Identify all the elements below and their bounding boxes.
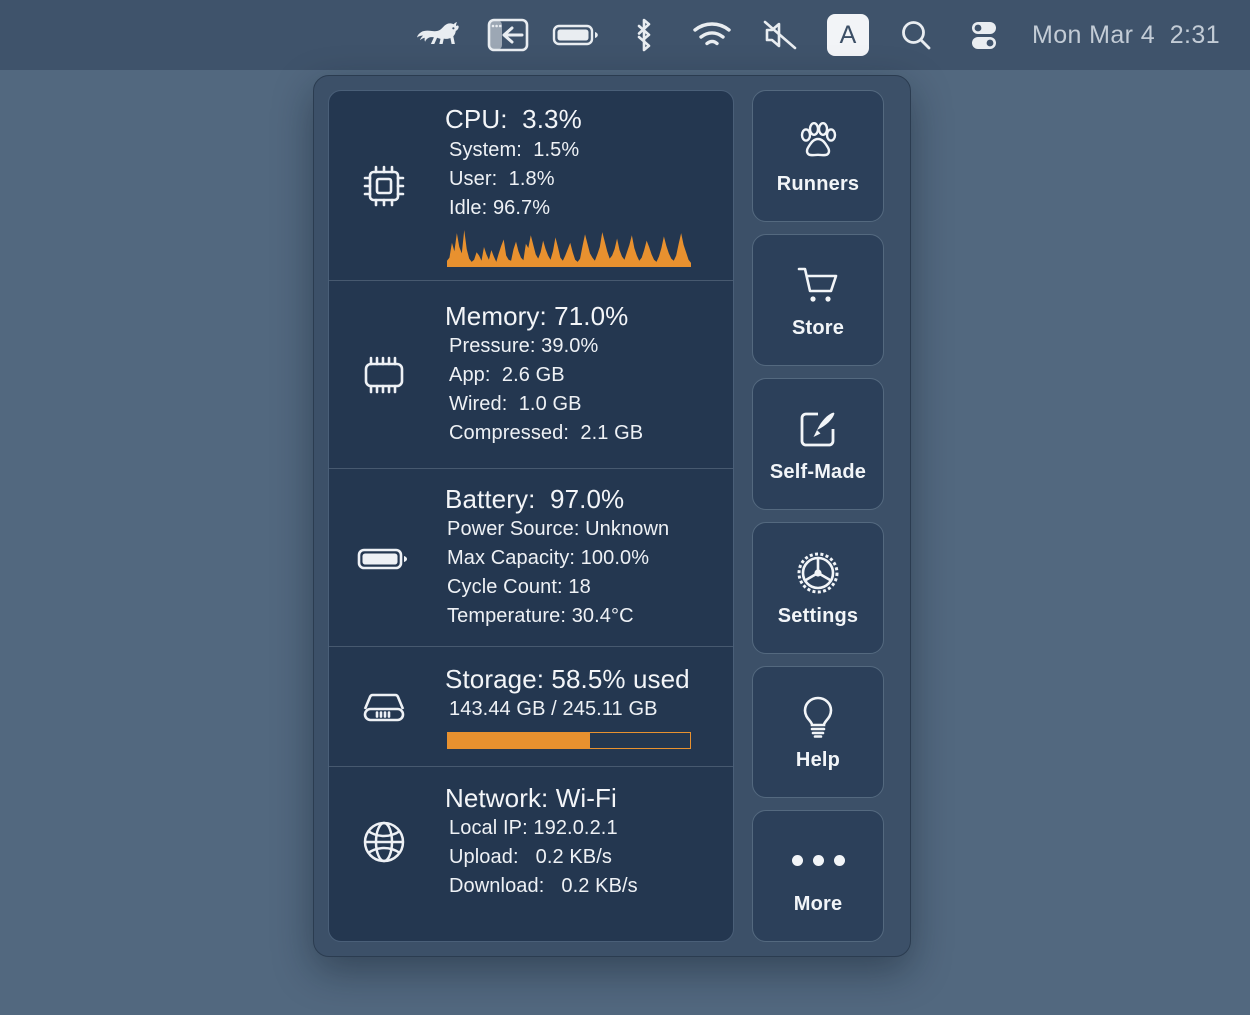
stat-row-storage[interactable]: Storage: 58.5% used 143.44 GB / 245.11 G… [329, 647, 733, 767]
battery-title: Battery: 97.0% [423, 484, 725, 516]
gear-icon [794, 549, 842, 597]
running-cat-icon[interactable] [406, 0, 474, 70]
sidebar: Runners Store Self-Made [752, 90, 884, 942]
stat-row-network[interactable]: Network: Wi-Fi Local IP: 192.0.2.1 Uploa… [329, 767, 733, 917]
sidebar-label-store: Store [792, 317, 844, 340]
memory-pressure-line: Pressure: 39.0% [423, 332, 725, 361]
battery-power-source-line: Power Source: Unknown [423, 515, 725, 544]
network-upload-line: Upload: 0.2 KB/s [423, 843, 725, 872]
sidebar-label-more: More [794, 893, 843, 916]
stat-row-cpu[interactable]: CPU: 3.3% System: 1.5% User: 1.8% Idle: … [329, 91, 733, 281]
stats-card: CPU: 3.3% System: 1.5% User: 1.8% Idle: … [328, 90, 734, 942]
globe-icon [345, 816, 423, 868]
network-local-ip-line: Local IP: 192.0.2.1 [423, 814, 725, 843]
ellipsis-icon [792, 837, 845, 885]
sidebar-label-self-made: Self-Made [770, 461, 866, 484]
cpu-idle-line: Idle: 96.7% [423, 194, 725, 223]
input-source-badge[interactable]: A [814, 0, 882, 70]
cpu-system-line: System: 1.5% [423, 136, 725, 165]
hard-drive-icon [345, 685, 423, 729]
cpu-chip-icon [345, 160, 423, 212]
battery-cycle-count-line: Cycle Count: 18 [423, 573, 725, 602]
window-shortcut-icon[interactable] [474, 0, 542, 70]
sidebar-button-runners[interactable]: Runners [752, 90, 884, 222]
network-download-line: Download: 0.2 KB/s [423, 872, 725, 901]
sidebar-button-self-made[interactable]: Self-Made [752, 378, 884, 510]
sidebar-label-settings: Settings [778, 605, 859, 628]
storage-title: Storage: 58.5% used [423, 664, 725, 696]
memory-compressed-line: Compressed: 2.1 GB [423, 419, 725, 448]
battery-max-capacity-line: Max Capacity: 100.0% [423, 544, 725, 573]
sidebar-label-runners: Runners [777, 173, 860, 196]
battery-icon[interactable] [542, 0, 610, 70]
memory-chip-icon [345, 352, 423, 398]
stat-row-battery[interactable]: Battery: 97.0% Power Source: Unknown Max… [329, 469, 733, 647]
sidebar-button-more[interactable]: More [752, 810, 884, 942]
memory-title: Memory: 71.0% [423, 301, 725, 333]
compose-pen-icon [795, 405, 841, 453]
control-center-icon[interactable] [950, 0, 1018, 70]
bluetooth-icon[interactable] [610, 0, 678, 70]
network-title: Network: Wi-Fi [423, 783, 725, 815]
system-monitor-window: CPU: 3.3% System: 1.5% User: 1.8% Idle: … [313, 75, 911, 957]
storage-detail: 143.44 GB / 245.11 GB [423, 695, 725, 724]
stat-row-memory[interactable]: Memory: 71.0% Pressure: 39.0% App: 2.6 G… [329, 281, 733, 469]
speaker-muted-icon[interactable] [746, 0, 814, 70]
battery-temperature-line: Temperature: 30.4°C [423, 602, 725, 631]
sidebar-button-settings[interactable]: Settings [752, 522, 884, 654]
cpu-user-line: User: 1.8% [423, 165, 725, 194]
search-icon[interactable] [882, 0, 950, 70]
wifi-icon[interactable] [678, 0, 746, 70]
input-source-label: A [827, 14, 869, 56]
cpu-history-sparkline [447, 229, 691, 267]
memory-app-line: App: 2.6 GB [423, 361, 725, 390]
cpu-title: CPU: 3.3% [423, 104, 725, 136]
sidebar-button-help[interactable]: Help [752, 666, 884, 798]
lightbulb-icon [797, 693, 839, 741]
storage-progress-fill [448, 733, 590, 748]
paw-print-icon [795, 117, 841, 165]
sidebar-label-help: Help [796, 749, 840, 772]
shopping-cart-icon [794, 261, 842, 309]
battery-icon [345, 543, 423, 573]
storage-progress-bar [447, 732, 691, 749]
menu-bar-clock[interactable]: Mon Mar 4 2:31 [1018, 21, 1220, 50]
memory-wired-line: Wired: 1.0 GB [423, 390, 725, 419]
menu-bar: A Mon Mar 4 2:31 [0, 0, 1250, 70]
sidebar-button-store[interactable]: Store [752, 234, 884, 366]
